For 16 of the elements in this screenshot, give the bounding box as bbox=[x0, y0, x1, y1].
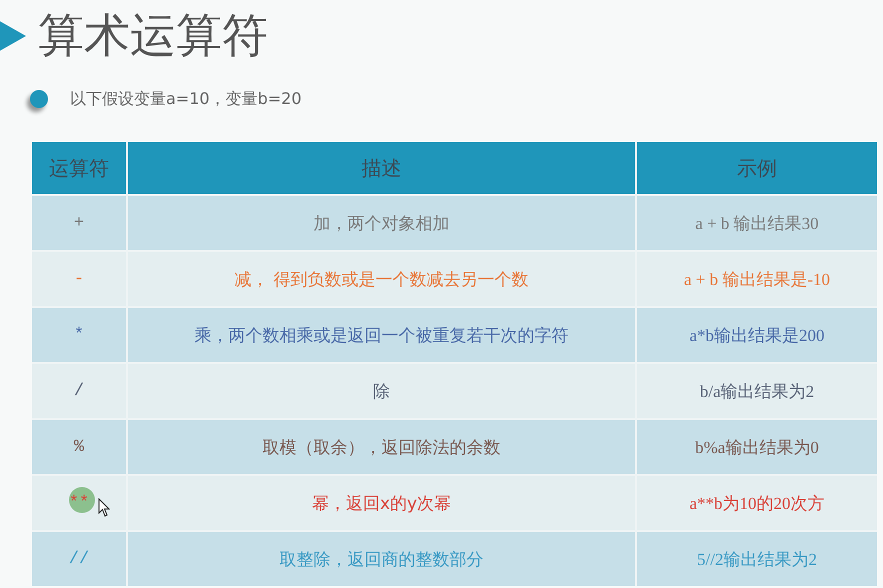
mouse-cursor-icon bbox=[98, 498, 110, 518]
table-cell-text: 5//2输出结果为2 bbox=[696, 548, 818, 570]
table-cell-text: b%a输出结果为0 bbox=[694, 436, 820, 458]
table-cell-text: a*b输出结果是200 bbox=[688, 324, 826, 346]
bullet-icon bbox=[30, 90, 48, 108]
bullet-text: 以下假设变量a=10，变量b=20 bbox=[70, 88, 302, 110]
table-cell-text: b/a输出结果为2 bbox=[698, 380, 816, 402]
table-cell: 取整除，返回商的整数部分 bbox=[128, 532, 637, 586]
click-highlight bbox=[69, 487, 95, 513]
slide-title: 算术运算符 bbox=[38, 7, 268, 64]
table-cell-text: a + b 输出结果30 bbox=[694, 212, 820, 234]
column-header: 示例 bbox=[736, 154, 778, 182]
table-cell-text: a**b为10的20次方 bbox=[688, 492, 826, 514]
triangle-icon bbox=[0, 19, 26, 54]
table-cell-text: a + b 输出结果是-10 bbox=[682, 268, 832, 290]
table-cell: // bbox=[32, 532, 128, 586]
